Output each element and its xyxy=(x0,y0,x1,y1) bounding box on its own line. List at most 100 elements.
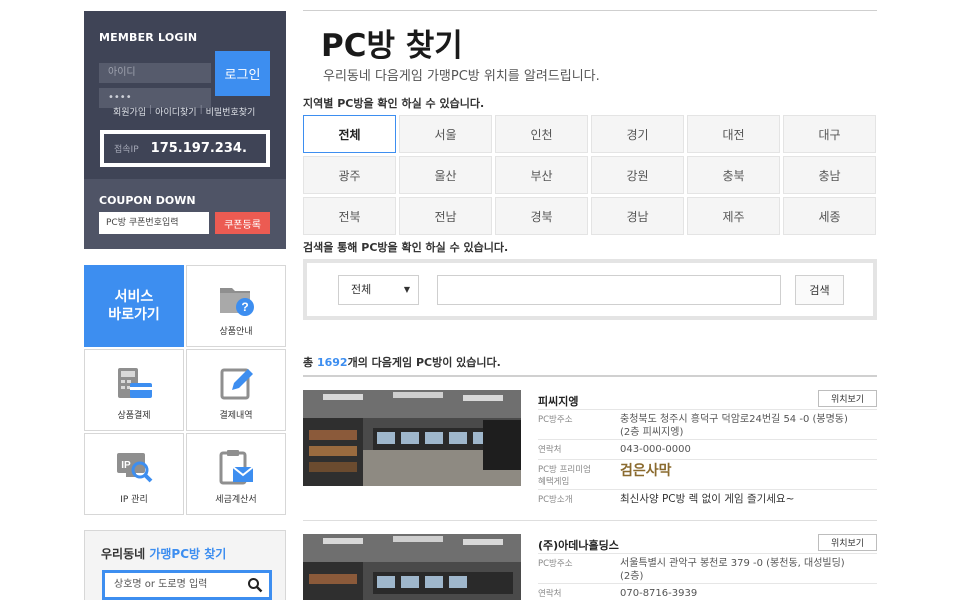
region-gwangju[interactable]: 광주 xyxy=(303,156,396,194)
region-gyeongnam[interactable]: 경남 xyxy=(591,197,684,235)
search-type-select[interactable]: 전체 ▼ xyxy=(338,275,419,305)
address-line1: 충청북도 청주시 흥덕구 덕암로24번길 54 -0 (봉명동) xyxy=(620,414,848,425)
search-type-value: 전체 xyxy=(351,283,372,296)
page-subtitle: 우리동네 다음게임 가맹PC방 위치를 알려드립니다. xyxy=(323,69,600,84)
finder-title: 우리동네 가맹PC방 찾기 xyxy=(101,545,226,562)
top-divider xyxy=(303,10,877,11)
region-daejeon[interactable]: 대전 xyxy=(687,115,780,153)
service-product-info[interactable]: ? 상품안내 xyxy=(186,265,286,347)
region-chungbuk[interactable]: 충북 xyxy=(687,156,780,194)
region-daegu[interactable]: 대구 xyxy=(783,115,876,153)
chevron-down-icon: ▼ xyxy=(403,285,410,294)
address-value: 서울특별시 관악구 봉천로 379 -0 (봉천동, 대성빌딩) (2층) xyxy=(620,557,845,583)
service-label: 상품결제 xyxy=(117,411,151,421)
premium-row: PC방 프리미엄혜택게임 검은사막 xyxy=(538,459,877,489)
service-tax-invoice[interactable]: 세금계산서 xyxy=(186,433,286,515)
region-jeonnam[interactable]: 전남 xyxy=(399,197,492,235)
region-ulsan[interactable]: 울산 xyxy=(399,156,492,194)
address-label: PC방주소 xyxy=(538,559,573,569)
finder-title-highlight: 가맹PC방 찾기 xyxy=(149,547,227,561)
count-value: 1692 xyxy=(316,356,348,369)
search-panel: 전체 ▼ 검색 xyxy=(303,259,877,320)
region-gyeongbuk[interactable]: 경북 xyxy=(495,197,588,235)
search-input[interactable] xyxy=(437,275,781,305)
coupon-panel: COUPON DOWN PC방 쿠폰번호입력 쿠폰등록 xyxy=(84,179,286,249)
find-id-link[interactable]: 아이디찾기 xyxy=(152,105,199,118)
view-location-button[interactable]: 위치보기 xyxy=(818,534,877,551)
view-location-button[interactable]: 위치보기 xyxy=(818,390,877,407)
address-line2: (2층 피씨지엥) xyxy=(620,427,684,438)
phone-value: 070-8716-3939 xyxy=(620,588,698,599)
address-row: PC방주소 서울특별시 관악구 봉천로 379 -0 (봉천동, 대성빌딩) (2… xyxy=(538,553,877,582)
service-label: IP 관리 xyxy=(120,495,148,505)
login-button[interactable]: 로그인 xyxy=(215,51,270,96)
service-label: 상품안내 xyxy=(219,327,253,337)
phone-label: 연락처 xyxy=(538,445,562,455)
premium-label-line2: 혜택게임 xyxy=(538,477,570,487)
ip-value: 175.197.234. xyxy=(150,141,247,156)
phone-row: 연락처 043-000-0000 xyxy=(538,439,877,459)
svg-text:?: ? xyxy=(241,300,248,314)
premium-label: PC방 프리미엄혜택게임 xyxy=(538,464,591,488)
region-gangwon[interactable]: 강원 xyxy=(591,156,684,194)
service-shortcut-header: 서비스 바로가기 xyxy=(84,265,184,347)
ip-search-icon: IP xyxy=(117,453,153,483)
address-line1: 서울특별시 관악구 봉천로 379 -0 (봉천동, 대성빌딩) xyxy=(620,558,845,569)
coupon-input[interactable]: PC방 쿠폰번호입력 xyxy=(99,212,209,234)
login-links: 회원가입 | 아이디찾기 | 비밀번호찾기 xyxy=(110,105,258,118)
region-seoul[interactable]: 서울 xyxy=(399,115,492,153)
folder-question-icon: ? xyxy=(220,288,254,316)
service-product-payment[interactable]: 상품결제 xyxy=(84,349,184,431)
service-label: 결제내역 xyxy=(219,411,253,421)
calculator-card-icon xyxy=(118,368,152,398)
item-divider xyxy=(303,520,877,521)
service-label: 세금계산서 xyxy=(215,495,257,505)
premium-label-line1: PC방 프리미엄 xyxy=(538,465,591,475)
svg-text:IP: IP xyxy=(121,460,131,471)
finder-search-input[interactable]: 상호명 or 도로명 입력 xyxy=(102,570,272,600)
region-sejong[interactable]: 세종 xyxy=(783,197,876,235)
service-title-line2: 바로가기 xyxy=(108,307,160,323)
region-busan[interactable]: 부산 xyxy=(495,156,588,194)
search-icon[interactable] xyxy=(247,577,263,593)
page-title: PC방 찾기 xyxy=(321,28,463,64)
intro-label: PC방소개 xyxy=(538,495,573,505)
intro-row: PC방소개 최신사양 PC방 렉 없이 게임 즐기세요~ xyxy=(538,489,877,509)
address-label: PC방주소 xyxy=(538,415,573,425)
premium-game-logo: 검은사막 xyxy=(620,463,672,479)
region-incheon[interactable]: 인천 xyxy=(495,115,588,153)
coupon-title: COUPON DOWN xyxy=(99,194,196,207)
pc-room-name[interactable]: (주)아데나홀딩스 xyxy=(538,537,619,553)
address-row: PC방주소 충청북도 청주시 흥덕구 덕암로24번길 54 -0 (봉명동) (2… xyxy=(538,409,877,438)
find-password-link[interactable]: 비밀번호찾기 xyxy=(203,105,259,118)
result-count: 총 1692개의 다음게임 PC방이 있습니다. xyxy=(303,354,501,370)
ip-label: 접속IP xyxy=(114,145,139,155)
ip-display: 접속IP 175.197.234. xyxy=(100,130,270,167)
region-chungnam[interactable]: 충남 xyxy=(783,156,876,194)
search-button[interactable]: 검색 xyxy=(795,275,844,305)
login-title: MEMBER LOGIN xyxy=(99,31,198,44)
service-payment-history[interactable]: 결제내역 xyxy=(186,349,286,431)
region-jeju[interactable]: 제주 xyxy=(687,197,780,235)
region-gyeonggi[interactable]: 경기 xyxy=(591,115,684,153)
service-ip-management[interactable]: IP IP 관리 xyxy=(84,433,184,515)
region-jeonbuk[interactable]: 전북 xyxy=(303,197,396,235)
region-all[interactable]: 전체 xyxy=(303,115,396,153)
member-login-panel: MEMBER LOGIN 아이디 •••• 로그인 회원가입 | 아이디찾기 |… xyxy=(84,11,286,179)
phone-value: 043-000-0000 xyxy=(620,444,691,455)
id-input[interactable]: 아이디 xyxy=(99,63,211,83)
finder-title-prefix: 우리동네 xyxy=(101,547,150,561)
count-suffix: 개의 다음게임 PC방이 있습니다. xyxy=(347,356,501,369)
pc-room-photo xyxy=(303,390,521,486)
count-prefix: 총 xyxy=(303,356,317,369)
pencil-edit-icon xyxy=(220,368,253,400)
address-line2: (2층) xyxy=(620,571,644,582)
phone-label: 연락처 xyxy=(538,589,562,599)
result-divider xyxy=(303,375,877,377)
neighborhood-finder: 우리동네 가맹PC방 찾기 상호명 or 도로명 입력 xyxy=(84,530,286,600)
signup-link[interactable]: 회원가입 xyxy=(110,105,149,118)
coupon-register-button[interactable]: 쿠폰등록 xyxy=(215,212,270,234)
intro-value: 최신사양 PC방 렉 없이 게임 즐기세요~ xyxy=(620,493,795,505)
finder-placeholder: 상호명 or 도로명 입력 xyxy=(114,579,208,590)
pc-room-name[interactable]: 피씨지엥 xyxy=(538,393,578,409)
